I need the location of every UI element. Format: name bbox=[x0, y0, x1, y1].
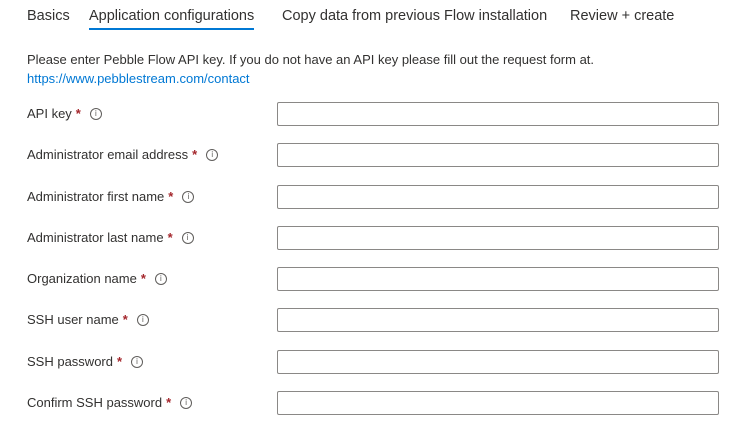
required-marker: * bbox=[140, 271, 146, 286]
field-label: Confirm SSH password * i bbox=[27, 395, 193, 410]
field-row-api-key: API key * i bbox=[0, 102, 754, 126]
info-icon[interactable]: i bbox=[136, 313, 149, 326]
label-text: Administrator email address bbox=[27, 147, 189, 162]
admin-first-name-input[interactable] bbox=[277, 185, 719, 209]
admin-last-name-input[interactable] bbox=[277, 226, 719, 250]
required-marker: * bbox=[116, 354, 123, 369]
info-icon[interactable]: i bbox=[89, 107, 102, 120]
required-marker: * bbox=[75, 106, 81, 121]
info-icon[interactable]: i bbox=[182, 190, 195, 203]
field-row-admin-last-name: Administrator last name * i bbox=[0, 226, 754, 250]
contact-link[interactable]: https://www.pebblestream.com/contact bbox=[27, 71, 250, 86]
ssh-password-input[interactable] bbox=[277, 350, 719, 374]
label-text: Organization name bbox=[27, 271, 137, 286]
field-label: Organization name * i bbox=[27, 271, 167, 286]
organization-name-input[interactable] bbox=[277, 267, 719, 291]
tab-application-configurations[interactable]: Application configurations bbox=[89, 8, 255, 30]
info-icon[interactable]: i bbox=[180, 396, 193, 409]
label-text: Confirm SSH password bbox=[27, 395, 163, 410]
tab-copy-data[interactable]: Copy data from previous Flow installatio… bbox=[282, 8, 547, 30]
label-text: Administrator last name bbox=[27, 230, 164, 245]
field-row-admin-first-name: Administrator first name * i bbox=[0, 185, 754, 209]
info-icon[interactable]: i bbox=[206, 148, 219, 161]
field-row-ssh-user-name: SSH user name * i bbox=[0, 308, 754, 332]
intro-message: Please enter Pebble Flow API key. If you… bbox=[27, 50, 727, 88]
field-label: SSH user name * i bbox=[27, 312, 149, 327]
field-label: Administrator first name * i bbox=[27, 189, 195, 204]
info-icon[interactable]: i bbox=[131, 355, 144, 368]
required-marker: * bbox=[192, 147, 198, 162]
wizard-tabs: Basics Application configurations Copy d… bbox=[0, 0, 754, 36]
confirm-ssh-password-input[interactable] bbox=[277, 391, 719, 415]
field-row-ssh-password: SSH password * i bbox=[0, 350, 754, 374]
info-icon[interactable]: i bbox=[154, 272, 167, 285]
required-marker: * bbox=[166, 395, 172, 410]
label-text: SSH password bbox=[27, 354, 113, 369]
tab-basics[interactable]: Basics bbox=[27, 8, 70, 30]
field-row-admin-email: Administrator email address * i bbox=[0, 143, 754, 167]
required-marker: * bbox=[168, 189, 174, 204]
label-text: Administrator first name bbox=[27, 189, 165, 204]
field-label: API key * i bbox=[27, 106, 102, 121]
tab-review-create[interactable]: Review + create bbox=[570, 8, 674, 30]
label-text: API key bbox=[27, 106, 72, 121]
required-marker: * bbox=[122, 312, 128, 327]
label-text: SSH user name bbox=[27, 312, 119, 327]
field-label: SSH password * i bbox=[27, 354, 144, 369]
admin-email-input[interactable] bbox=[277, 143, 719, 167]
api-key-input[interactable] bbox=[277, 102, 719, 126]
required-marker: * bbox=[167, 230, 173, 245]
intro-text: Please enter Pebble Flow API key. If you… bbox=[27, 52, 595, 67]
field-label: Administrator email address * i bbox=[27, 147, 219, 162]
field-row-organization-name: Organization name * i bbox=[0, 267, 754, 291]
field-label: Administrator last name * i bbox=[27, 230, 194, 245]
field-row-confirm-ssh-password: Confirm SSH password * i bbox=[0, 391, 754, 415]
ssh-user-name-input[interactable] bbox=[277, 308, 719, 332]
info-icon[interactable]: i bbox=[181, 231, 194, 244]
